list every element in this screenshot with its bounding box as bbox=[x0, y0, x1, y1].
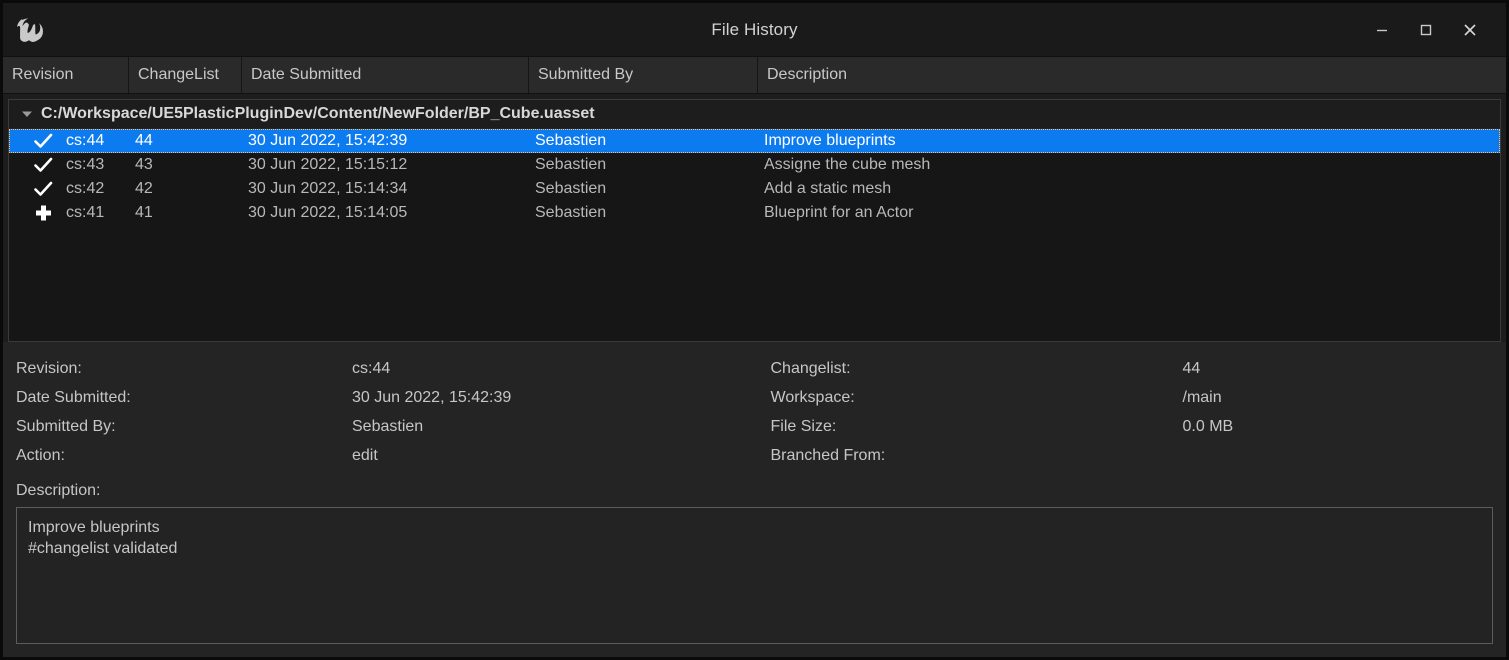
table-row[interactable]: cs:41 41 30 Jun 2022, 15:14:05 Sebastien… bbox=[9, 201, 1500, 225]
check-icon bbox=[9, 153, 66, 177]
window-controls bbox=[1360, 3, 1506, 57]
detail-changelist: Changelist: 44 bbox=[771, 354, 1507, 383]
column-header-revision[interactable]: Revision bbox=[3, 57, 129, 93]
column-header-date[interactable]: Date Submitted bbox=[242, 57, 529, 93]
cell-date: 30 Jun 2022, 15:42:39 bbox=[248, 132, 408, 149]
detail-date-submitted: Date Submitted: 30 Jun 2022, 15:42:39 bbox=[16, 383, 755, 412]
cell-submitted-by: Sebastien bbox=[535, 204, 607, 221]
cell-changelist: 41 bbox=[135, 204, 153, 221]
window-title: File History bbox=[711, 19, 798, 39]
column-header-description[interactable]: Description bbox=[758, 57, 1506, 93]
detail-file-size-value: 0.0 MB bbox=[1182, 417, 1234, 435]
detail-branched-from-label: Branched From: bbox=[770, 446, 886, 464]
detail-workspace-value: /main bbox=[1182, 388, 1222, 406]
cell-description: Assigne the cube mesh bbox=[764, 156, 931, 173]
detail-submitted-by-label: Submitted By: bbox=[16, 417, 116, 435]
cell-revision: cs:42 bbox=[66, 180, 105, 197]
file-path-label: C:/Workspace/UE5PlasticPluginDev/Content… bbox=[41, 105, 595, 122]
cell-revision: cs:43 bbox=[66, 156, 105, 173]
plus-icon bbox=[9, 201, 66, 225]
detail-workspace-label: Workspace: bbox=[770, 388, 855, 406]
detail-revision-label: Revision: bbox=[16, 359, 82, 377]
detail-revision-value: cs:44 bbox=[352, 359, 391, 377]
cell-changelist: 43 bbox=[135, 156, 153, 173]
chevron-down-icon[interactable] bbox=[17, 104, 37, 124]
title-bar[interactable]: File History bbox=[3, 3, 1506, 57]
detail-submitted-by: Submitted By: Sebastien bbox=[16, 412, 755, 441]
detail-grid: Revision: cs:44 Date Submitted: 30 Jun 2… bbox=[3, 354, 1506, 470]
detail-date-submitted-label: Date Submitted: bbox=[16, 388, 131, 406]
column-header-changelist[interactable]: ChangeList bbox=[129, 57, 242, 93]
detail-action-label: Action: bbox=[16, 446, 65, 464]
cell-date: 30 Jun 2022, 15:15:12 bbox=[248, 156, 408, 173]
minimize-button[interactable] bbox=[1360, 10, 1404, 50]
detail-branched-from: Branched From: bbox=[771, 441, 1507, 470]
cell-description: Improve blueprints bbox=[764, 132, 896, 149]
cell-submitted-by: Sebastien bbox=[535, 156, 607, 173]
table-row[interactable]: cs:44 44 30 Jun 2022, 15:42:39 Sebastien… bbox=[9, 129, 1500, 153]
description-label: Description: bbox=[16, 482, 101, 499]
cell-date: 30 Jun 2022, 15:14:34 bbox=[248, 180, 408, 197]
table-row[interactable]: cs:43 43 30 Jun 2022, 15:15:12 Sebastien… bbox=[9, 153, 1500, 177]
column-header-submitted-by[interactable]: Submitted By bbox=[529, 57, 758, 93]
detail-column-left: Revision: cs:44 Date Submitted: 30 Jun 2… bbox=[3, 354, 755, 470]
file-path-row[interactable]: C:/Workspace/UE5PlasticPluginDev/Content… bbox=[9, 100, 1500, 129]
detail-action: Action: edit bbox=[16, 441, 755, 470]
cell-date: 30 Jun 2022, 15:14:05 bbox=[248, 204, 408, 221]
table-row[interactable]: cs:42 42 30 Jun 2022, 15:14:34 Sebastien… bbox=[9, 177, 1500, 201]
cell-description: Add a static mesh bbox=[764, 180, 892, 197]
detail-changelist-value: 44 bbox=[1182, 359, 1201, 377]
cell-submitted-by: Sebastien bbox=[535, 180, 607, 197]
detail-revision: Revision: cs:44 bbox=[16, 354, 755, 383]
maximize-button[interactable] bbox=[1404, 10, 1448, 50]
check-icon bbox=[9, 177, 66, 201]
detail-changelist-label: Changelist: bbox=[770, 359, 851, 377]
revision-details-panel: Revision: cs:44 Date Submitted: 30 Jun 2… bbox=[3, 342, 1506, 657]
file-history-window: File History Revision ChangeList Date Su… bbox=[0, 0, 1509, 660]
close-button[interactable] bbox=[1448, 10, 1492, 50]
cell-revision: cs:41 bbox=[66, 204, 105, 221]
detail-workspace: Workspace: /main bbox=[771, 383, 1507, 412]
cell-revision: cs:44 bbox=[66, 132, 105, 149]
cell-submitted-by: Sebastien bbox=[535, 132, 607, 149]
detail-action-value: edit bbox=[352, 446, 378, 464]
detail-date-submitted-value: 30 Jun 2022, 15:42:39 bbox=[352, 388, 512, 406]
unreal-engine-logo-icon bbox=[3, 3, 55, 57]
cell-description: Blueprint for an Actor bbox=[764, 204, 914, 221]
detail-submitted-by-value: Sebastien bbox=[352, 417, 424, 435]
detail-column-right: Changelist: 44 Workspace: /main File Siz… bbox=[755, 354, 1507, 470]
cell-changelist: 42 bbox=[135, 180, 153, 197]
column-header-row: Revision ChangeList Date Submitted Submi… bbox=[3, 57, 1506, 94]
check-icon bbox=[9, 129, 66, 153]
detail-file-size: File Size: 0.0 MB bbox=[771, 412, 1507, 441]
history-list[interactable]: C:/Workspace/UE5PlasticPluginDev/Content… bbox=[8, 99, 1501, 342]
description-textbox[interactable]: Improve blueprints #changelist validated bbox=[16, 507, 1493, 644]
cell-changelist: 44 bbox=[135, 132, 153, 149]
detail-file-size-label: File Size: bbox=[770, 417, 837, 435]
